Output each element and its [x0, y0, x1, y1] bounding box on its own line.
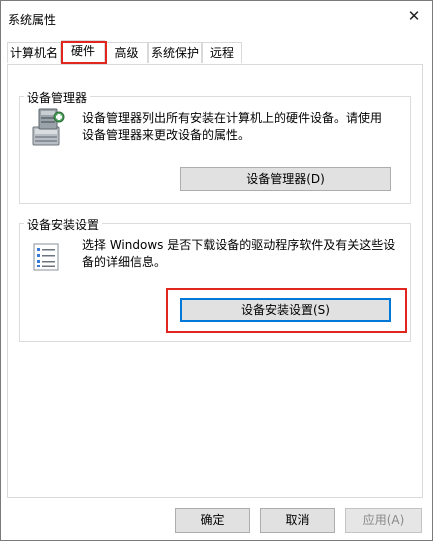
system-properties-dialog: 系统属性 ✕ 计算机名 硬件 高级 系统保护 远程 设备管理器 设备管理器列出所…: [0, 0, 433, 541]
device-install-legend: 设备安装设置: [24, 216, 103, 233]
tab-remote[interactable]: 远程: [202, 42, 242, 63]
cancel-button[interactable]: 取消: [260, 508, 335, 533]
device-manager-button[interactable]: 设备管理器(D): [180, 167, 391, 191]
tab-highlight-annotation: [61, 41, 107, 64]
button-highlight-annotation: [166, 288, 407, 333]
tab-advanced[interactable]: 高级: [105, 42, 148, 63]
title-bar: 系统属性 ✕: [1, 1, 432, 35]
device-manager-icon: [32, 108, 65, 146]
ok-button[interactable]: 确定: [175, 508, 250, 533]
hardware-tab-panel: 设备管理器 设备管理器列出所有安装在计算机上的硬件设备。请使用设备管理器来更改设…: [7, 64, 423, 498]
device-manager-legend: 设备管理器: [24, 89, 91, 106]
close-icon: ✕: [407, 7, 421, 25]
checklist-icon: [33, 243, 59, 271]
device-manager-description: 设备管理器列出所有安装在计算机上的硬件设备。请使用设备管理器来更改设备的属性。: [82, 111, 383, 142]
tab-system-protection[interactable]: 系统保护: [148, 42, 202, 63]
device-install-description: 选择 Windows 是否下载设备的驱动程序软件及有关这些设备的详细信息。: [82, 238, 396, 269]
close-button[interactable]: ✕: [396, 1, 432, 31]
apply-button[interactable]: 应用(A): [345, 508, 422, 533]
tab-computer-name[interactable]: 计算机名: [7, 42, 61, 63]
window-title: 系统属性: [8, 13, 57, 27]
